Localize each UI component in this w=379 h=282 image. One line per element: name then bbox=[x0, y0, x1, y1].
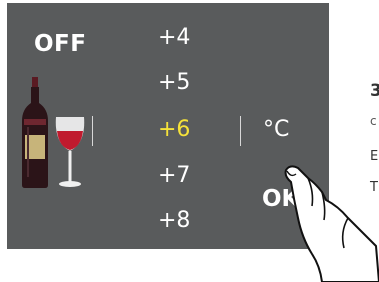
side-heading: 3 bbox=[370, 81, 379, 101]
side-text-line-1: c bbox=[370, 114, 377, 128]
wine-bottle-and-glass-icon bbox=[22, 77, 85, 188]
pointing-hand-icon bbox=[284, 165, 379, 282]
left-divider bbox=[92, 116, 93, 146]
temp-option-plus7[interactable]: +7 bbox=[158, 163, 208, 188]
off-button[interactable]: OFF bbox=[34, 31, 86, 57]
right-divider bbox=[240, 116, 241, 146]
temp-option-plus6-selected[interactable]: +6 bbox=[158, 117, 208, 142]
temp-option-plus5[interactable]: +5 bbox=[158, 70, 208, 95]
temp-option-plus8[interactable]: +8 bbox=[158, 208, 208, 233]
temp-option-plus4[interactable]: +4 bbox=[158, 25, 208, 50]
unit-label: °C bbox=[263, 117, 290, 142]
